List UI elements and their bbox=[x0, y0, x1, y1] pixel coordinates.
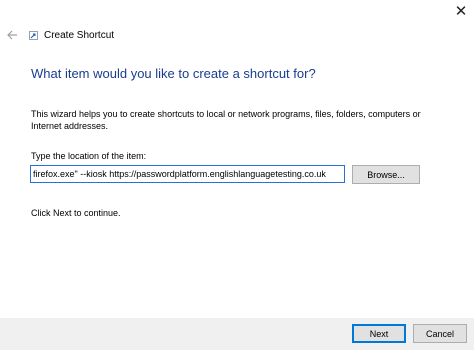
next-button-label: Next bbox=[369, 328, 389, 339]
shortcut-icon bbox=[29, 31, 38, 40]
next-button[interactable]: Next bbox=[352, 324, 406, 343]
wizard-title: Create Shortcut bbox=[44, 30, 115, 41]
browse-button-label: Browse... bbox=[367, 169, 405, 180]
create-shortcut-window: ✕ Create Shortcut What item would you li… bbox=[0, 0, 474, 350]
close-icon: ✕ bbox=[454, 3, 468, 20]
location-input[interactable]: firefox.exe" --kiosk https://passwordpla… bbox=[30, 165, 345, 183]
continue-instruction: Click Next to continue. bbox=[31, 208, 121, 218]
back-arrow-icon[interactable] bbox=[5, 28, 19, 42]
page-heading: What item would you like to create a sho… bbox=[31, 66, 316, 81]
cancel-button[interactable]: Cancel bbox=[413, 324, 467, 343]
wizard-description: This wizard helps you to create shortcut… bbox=[31, 109, 421, 131]
close-button[interactable]: ✕ bbox=[448, 0, 474, 22]
wizard-header: Create Shortcut bbox=[0, 26, 474, 46]
cancel-button-label: Cancel bbox=[425, 328, 454, 339]
wizard-footer: Next Cancel bbox=[0, 318, 474, 350]
browse-button[interactable]: Browse... bbox=[352, 165, 420, 184]
location-label: Type the location of the item: bbox=[31, 151, 147, 161]
